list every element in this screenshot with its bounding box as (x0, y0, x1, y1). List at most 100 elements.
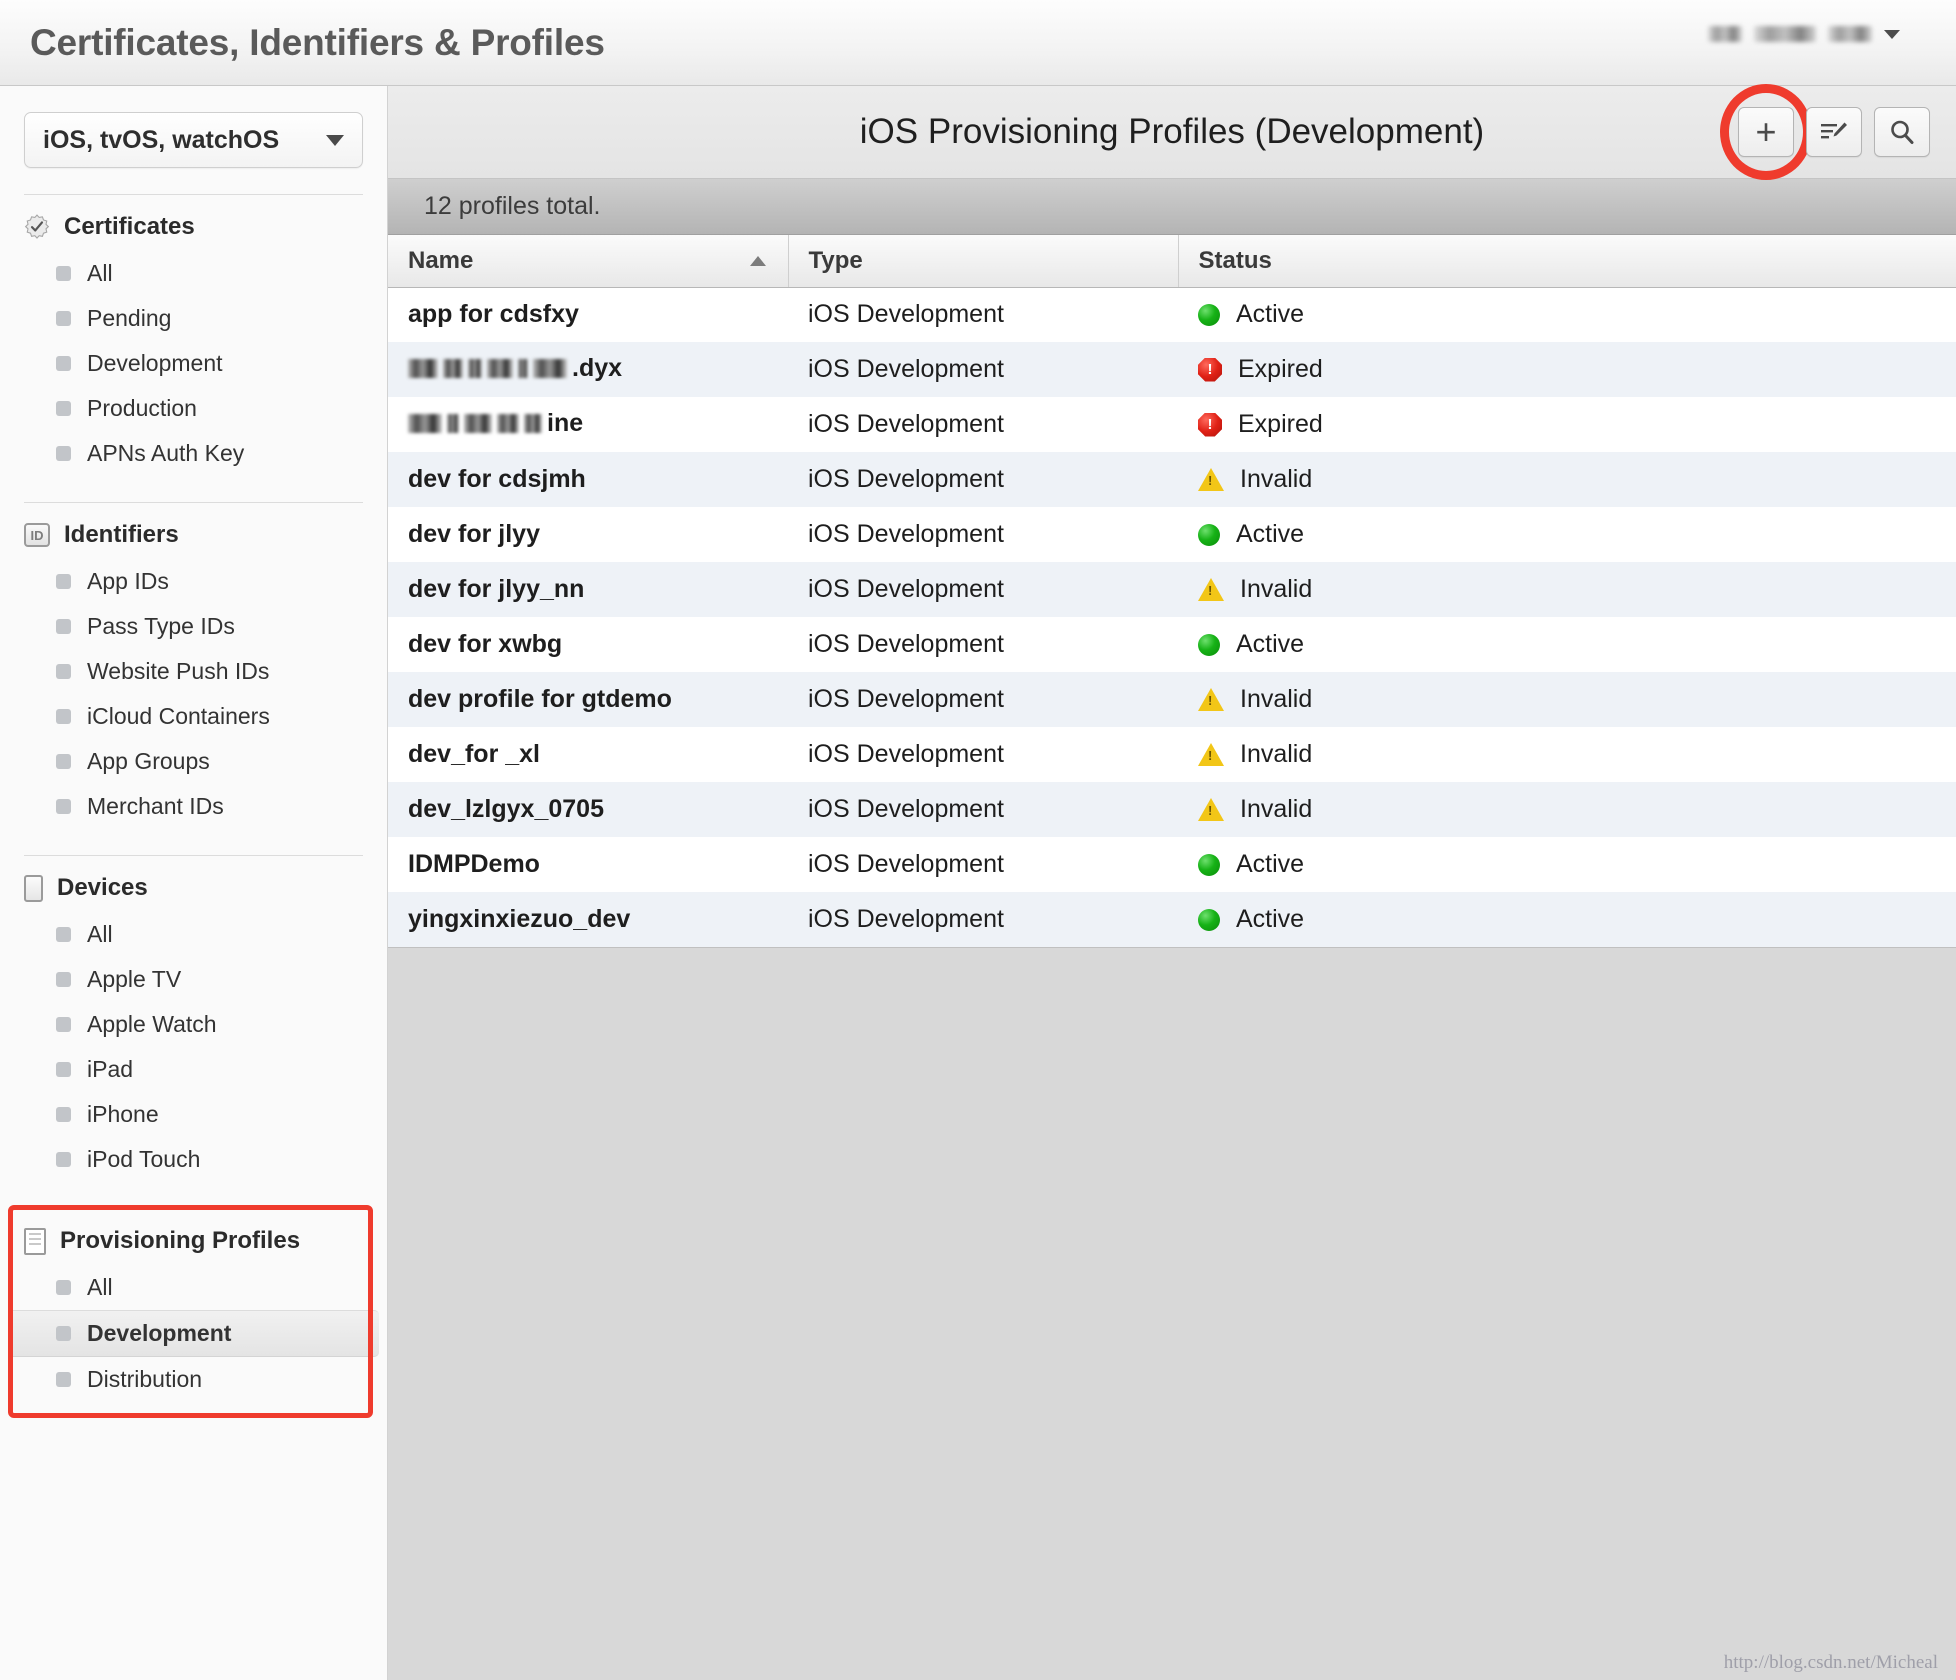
sidebar-item-label: Apple TV (87, 966, 182, 992)
table-header: Name Type Status (388, 235, 1956, 288)
cell-profile-status: Expired (1178, 397, 1956, 452)
sidebar-item-label: All (87, 1274, 113, 1300)
sidebar-item-pass-type-ids[interactable]: Pass Type IDs (0, 604, 387, 649)
cell-profile-name: dev_lzlgyx_0705 (408, 795, 604, 823)
sidebar-item-app-ids[interactable]: App IDs (0, 559, 387, 604)
bullet-icon (56, 446, 71, 461)
sidebar-item-label: Production (87, 395, 197, 421)
nav-group-header-identifiers[interactable]: ID Identifiers (0, 517, 387, 559)
sidebar-item-devices-all[interactable]: All (0, 912, 387, 957)
search-profiles-button[interactable] (1874, 107, 1930, 157)
table-row[interactable]: ine iOS Development Expired (388, 397, 1956, 452)
sidebar-item-certificates-pending[interactable]: Pending (0, 296, 387, 341)
sidebar-item-label: iPod Touch (87, 1146, 201, 1172)
header-actions: + (1720, 84, 1930, 180)
status-badge: Expired (1238, 355, 1323, 383)
cell-profile-name: dev_for _xl (408, 740, 541, 768)
sidebar-item-apns-auth-key[interactable]: APNs Auth Key (0, 431, 387, 476)
cell-profile-type: iOS Development (808, 300, 1004, 329)
sidebar-item-ipad[interactable]: iPad (0, 1047, 387, 1092)
sidebar: iOS, tvOS, watchOS Certificates All Pend… (0, 86, 388, 1680)
bullet-icon (56, 619, 71, 634)
table-row[interactable]: dev_lzlgyx_0705 iOS Development Invalid (388, 782, 1956, 837)
table-row[interactable]: dev for xwbg iOS Development Active (388, 617, 1956, 672)
sidebar-item-ipod-touch[interactable]: iPod Touch (0, 1137, 387, 1182)
sidebar-item-apple-tv[interactable]: Apple TV (0, 957, 387, 1002)
table-row[interactable]: app for cdsfxy iOS Development Active (388, 287, 1956, 342)
redacted-profile-name: ine (408, 409, 583, 438)
add-profile-button[interactable]: + (1738, 107, 1794, 157)
column-header-name[interactable]: Name (388, 235, 788, 288)
column-header-type[interactable]: Type (787, 235, 1178, 288)
nav-group-devices: Devices All Apple TV Apple Watch iPad iP… (0, 856, 387, 1182)
sidebar-item-iphone[interactable]: iPhone (0, 1092, 387, 1137)
sidebar-item-certificates-all[interactable]: All (0, 251, 387, 296)
sidebar-item-profiles-development[interactable]: Development (8, 1310, 379, 1357)
status-badge: Invalid (1240, 795, 1313, 823)
edit-profiles-button[interactable] (1806, 107, 1862, 157)
sidebar-item-merchant-ids[interactable]: Merchant IDs (0, 784, 387, 829)
device-icon (24, 874, 43, 902)
sidebar-item-apple-watch[interactable]: Apple Watch (0, 1002, 387, 1047)
status-invalid-icon (1198, 798, 1224, 821)
table-row[interactable]: dev for jlyy_nn iOS Development Invalid (388, 562, 1956, 617)
bullet-icon (56, 1326, 71, 1341)
main-content: iOS Provisioning Profiles (Development) … (388, 84, 1956, 1680)
status-expired-icon (1198, 412, 1222, 437)
sidebar-item-label: App Groups (87, 748, 210, 774)
account-menu[interactable] (1708, 26, 1900, 42)
nav-group-header-devices[interactable]: Devices (0, 870, 387, 912)
bullet-icon (56, 927, 71, 942)
cell-profile-type: iOS Development (808, 630, 1004, 658)
column-header-label: Type (808, 246, 863, 274)
sidebar-item-icloud-containers[interactable]: iCloud Containers (0, 694, 387, 739)
sidebar-item-profiles-distribution[interactable]: Distribution (0, 1357, 387, 1402)
nav-group-identifiers: ID Identifiers App IDs Pass Type IDs Web… (0, 503, 387, 829)
status-badge: Invalid (1240, 465, 1313, 493)
bullet-icon (56, 799, 71, 814)
app-header: Certificates, Identifiers & Profiles (0, 0, 1956, 86)
sidebar-item-label: Merchant IDs (87, 793, 224, 819)
status-invalid-icon (1198, 468, 1224, 491)
cell-profile-status: Active (1178, 892, 1956, 947)
content-header: iOS Provisioning Profiles (Development) … (388, 84, 1956, 180)
cell-profile-status: Invalid (1178, 452, 1956, 507)
table-row[interactable]: dev_for _xl iOS Development Invalid (388, 727, 1956, 782)
table-row[interactable]: yingxinxiezuo_dev iOS Development Active (388, 892, 1956, 947)
table-row[interactable]: dev profile for gtdemo iOS Development Inv… (388, 672, 1956, 727)
cell-profile-type: iOS Development (808, 520, 1004, 548)
cell-profile-name: app for cdsfxy (408, 300, 579, 329)
sidebar-item-label: iPad (87, 1056, 134, 1082)
column-header-status[interactable]: Status (1177, 235, 1956, 288)
table-row[interactable]: IDMPDemo iOS Development Active (388, 837, 1956, 892)
table-row[interactable]: dev for cdsjmh iOS Development Invalid (388, 452, 1956, 507)
redacted-text (468, 359, 482, 378)
status-invalid-icon (1198, 743, 1224, 766)
cell-profile-status: Active (1178, 287, 1956, 342)
cell-profile-status: Active (1178, 837, 1956, 892)
bullet-icon (56, 1017, 71, 1032)
sidebar-item-certificates-production[interactable]: Production (0, 386, 387, 431)
nav-group-header-provisioning-profiles[interactable]: Provisioning Profiles (0, 1223, 387, 1265)
id-badge-icon: ID (24, 523, 50, 547)
sidebar-item-app-groups[interactable]: App Groups (0, 739, 387, 784)
table-header-row: Name Type Status (388, 235, 1956, 288)
cell-profile-name: dev for xwbg (408, 630, 563, 658)
cell-profile-type: iOS Development (808, 795, 1004, 823)
cell-profile-name: dev for cdsjmh (408, 465, 586, 493)
status-badge: Active (1236, 300, 1305, 329)
table-row[interactable]: .dyx iOS Development Expired (388, 342, 1956, 397)
bullet-icon (56, 1372, 71, 1387)
sidebar-item-website-push-ids[interactable]: Website Push IDs (0, 649, 387, 694)
platform-select[interactable]: iOS, tvOS, watchOS (24, 112, 363, 168)
status-badge: Active (1236, 520, 1305, 548)
cell-profile-name: dev profile for gtdemo (408, 685, 672, 713)
cell-profile-type: iOS Development (808, 905, 1004, 933)
sidebar-item-profiles-all[interactable]: All (0, 1265, 387, 1310)
profile-count-bar: 12 profiles total. (388, 179, 1956, 235)
empty-table-area: http://blog.csdn.net/Micheal (388, 947, 1956, 1680)
add-profile-wrapper: + (1720, 84, 1812, 180)
table-row[interactable]: dev for jlyy iOS Development Active (388, 507, 1956, 562)
nav-group-header-certificates[interactable]: Certificates (0, 209, 387, 251)
sidebar-item-certificates-development[interactable]: Development (0, 341, 387, 386)
